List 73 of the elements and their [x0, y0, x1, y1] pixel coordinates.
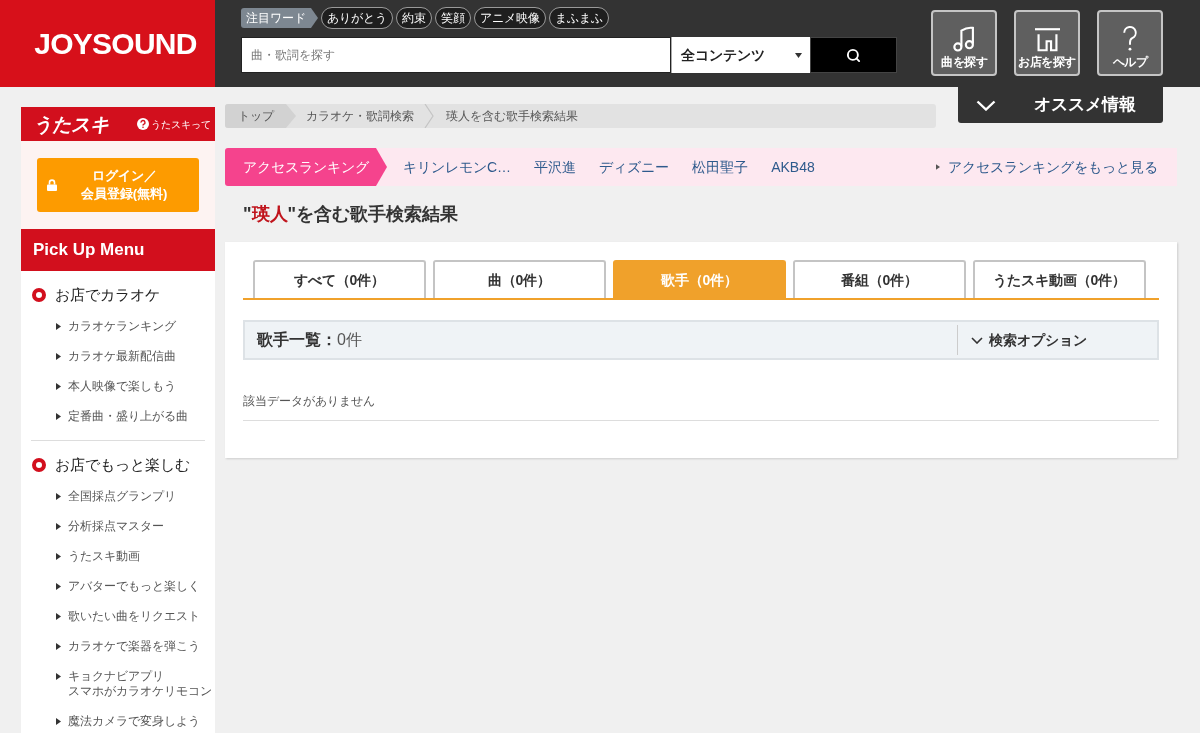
- menu-link[interactable]: うたスキ動画: [68, 548, 140, 564]
- ranking-label: アクセスランキング: [225, 148, 387, 186]
- triangle-bullet-icon: [56, 382, 61, 390]
- triangle-bullet-icon: [56, 352, 61, 360]
- triangle-bullet-icon: [56, 492, 61, 500]
- menu-link[interactable]: カラオケ最新配信曲: [68, 348, 176, 364]
- menu-link[interactable]: 分析採点マスター: [68, 518, 164, 534]
- triangle-bullet-icon: [56, 672, 61, 680]
- menu-link[interactable]: アバターでもっと楽しく: [68, 578, 200, 594]
- logo-text[interactable]: JOYSOUND: [34, 28, 197, 59]
- ring-bullet-icon: [32, 288, 46, 302]
- nav-tile-button[interactable]: お店を探す: [1014, 10, 1080, 76]
- empty-message: 該当データがありません: [243, 394, 375, 408]
- utasuki-help-link[interactable]: うたスキって: [137, 116, 211, 132]
- nav-tile-button[interactable]: 曲を探す: [931, 10, 997, 76]
- triangle-bullet-icon: [56, 642, 61, 650]
- result-title: "瑛人"を含む歌手検索結果: [242, 203, 460, 226]
- triangle-bullet-icon: [56, 582, 61, 590]
- triangle-bullet-icon: [56, 717, 61, 725]
- breadcrumb-current: 瑛人を含む歌手検索結果: [445, 108, 578, 125]
- menu-link[interactable]: 魔法カメラで変身しよう: [68, 713, 200, 729]
- triangle-bullet-icon: [56, 552, 61, 560]
- triangle-bullet-icon: [56, 322, 61, 330]
- store-counter-icon: [1033, 27, 1061, 52]
- result-tab[interactable]: 番組（0件）: [793, 260, 966, 298]
- menu-link[interactable]: カラオケで楽器を弾こう: [68, 638, 200, 654]
- menu-link[interactable]: キョクナビアプリ スマホがカラオケリモコン: [68, 668, 212, 699]
- menu-section-title: お店でカラオケ: [55, 284, 160, 305]
- breadcrumb-link[interactable]: トップ: [225, 104, 296, 128]
- help-icon: [137, 118, 149, 130]
- triangle-bullet-icon: [56, 522, 61, 530]
- ranking-link[interactable]: AKB48: [771, 156, 815, 178]
- caret-down-icon: [795, 52, 802, 58]
- search-button[interactable]: [810, 37, 897, 73]
- ranking-link[interactable]: キリンレモンC…: [403, 156, 512, 178]
- question-mark-icon: [1122, 25, 1138, 52]
- search-icon: [846, 47, 861, 63]
- search-field[interactable]: 曲・歌詞を探す: [241, 37, 671, 73]
- nav-tile-button[interactable]: ヘルプ: [1097, 10, 1163, 76]
- trending-word-tag[interactable]: 約束: [396, 7, 432, 29]
- trending-word-tag[interactable]: アニメ映像: [474, 7, 546, 29]
- music-note-icon: [952, 25, 976, 52]
- menu-link[interactable]: カラオケランキング: [68, 318, 176, 334]
- result-tab[interactable]: うたスキ動画（0件）: [973, 260, 1146, 298]
- trending-word-tag[interactable]: まふまふ: [549, 7, 609, 29]
- trending-word-tag[interactable]: ありがとう: [321, 7, 393, 29]
- menu-link[interactable]: 本人映像で楽しもう: [68, 378, 176, 394]
- more-ranking-link[interactable]: アクセスランキングをもっと見る: [948, 156, 1158, 178]
- breadcrumb-link[interactable]: カラオケ・歌詞検索: [296, 107, 414, 125]
- search-options-button[interactable]: 検索オプション: [971, 329, 1087, 351]
- ring-bullet-icon: [32, 458, 46, 472]
- ranking-link[interactable]: ディズニー: [599, 156, 670, 178]
- menu-link[interactable]: 歌いたい曲をリクエスト: [68, 608, 200, 624]
- trending-label: 注目ワード: [241, 8, 318, 28]
- category-select[interactable]: 全コンテンツ: [671, 37, 810, 73]
- lock-icon: [47, 179, 57, 191]
- recommend-tab[interactable]: オススメ情報: [958, 87, 1163, 123]
- chevron-separator-icon: [424, 104, 434, 128]
- trending-word-tag[interactable]: 笑顔: [435, 7, 471, 29]
- list-count: 歌手一覧：0件: [255, 330, 362, 350]
- ranking-link[interactable]: 松田聖子: [692, 156, 749, 178]
- triangle-bullet-icon: [56, 612, 61, 620]
- ranking-link[interactable]: 平沢進: [534, 156, 577, 178]
- result-tab[interactable]: 曲（0件）: [433, 260, 606, 298]
- chevron-down-icon: [971, 336, 983, 344]
- menu-section-title: お店でもっと楽しむ: [55, 454, 190, 475]
- triangle-bullet-icon: [936, 164, 940, 170]
- triangle-bullet-icon: [56, 412, 61, 420]
- menu-link[interactable]: 定番曲・盛り上がる曲: [68, 408, 188, 424]
- result-tab[interactable]: すべて（0件）: [253, 260, 426, 298]
- pickup-menu-title: Pick Up Menu: [33, 239, 145, 262]
- utasuki-logo-text[interactable]: うたスキ: [33, 114, 109, 134]
- menu-link[interactable]: 全国採点グランプリ: [68, 488, 176, 504]
